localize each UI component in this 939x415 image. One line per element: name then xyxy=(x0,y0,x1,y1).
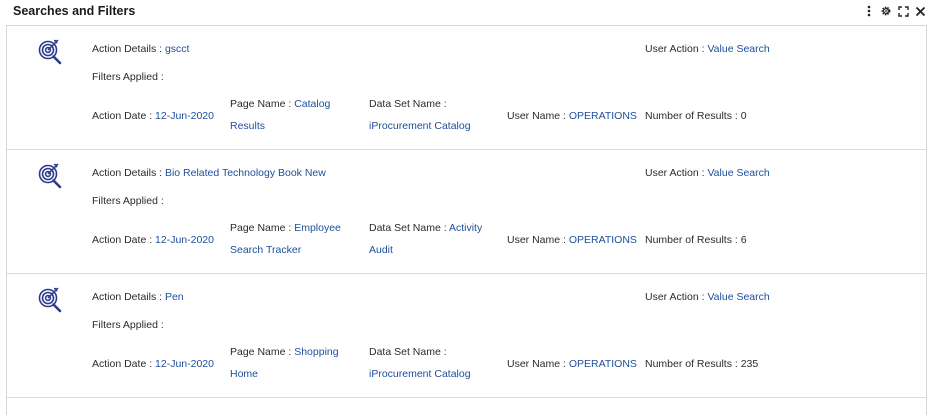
page-name-field: Page Name : Catalog Results xyxy=(230,93,348,137)
filters-applied-label: Filters Applied : xyxy=(92,319,164,331)
page-name-field: Page Name : Employee Search Tracker xyxy=(230,217,348,261)
user-action-value[interactable]: Value Search xyxy=(707,167,769,179)
number-of-results-label: Number of Results : xyxy=(645,110,741,122)
expand-icon[interactable] xyxy=(897,4,909,18)
panel-title: Searches and Filters xyxy=(13,4,136,18)
data-set-name-field: Data Set Name : Activity Audit xyxy=(369,217,487,261)
user-action-field: User Action : Value Search xyxy=(645,43,770,55)
number-of-results-field: Number of Results : 0 xyxy=(645,110,747,122)
panel-header: Searches and Filters xyxy=(0,0,939,24)
user-name-value[interactable]: OPERATIONS xyxy=(569,110,637,122)
action-date-value[interactable]: 12-Jun-2020 xyxy=(155,234,214,246)
action-details-field: Action Details : gscct xyxy=(92,43,189,55)
panel-toolbar xyxy=(863,4,926,18)
search-record-card: Action Details : gscct User Action : Val… xyxy=(7,26,926,150)
action-details-field: Action Details : Bio Related Technology … xyxy=(92,167,326,179)
user-name-value[interactable]: OPERATIONS xyxy=(569,234,637,246)
data-set-name-value[interactable]: iProcurement Catalog xyxy=(369,368,471,380)
close-icon[interactable] xyxy=(914,4,926,18)
user-name-value[interactable]: OPERATIONS xyxy=(569,358,637,370)
data-set-name-field: Data Set Name : iProcurement Catalog xyxy=(369,341,487,385)
gear-icon[interactable] xyxy=(880,4,892,18)
user-action-label: User Action : xyxy=(645,291,708,303)
target-search-icon xyxy=(36,161,66,191)
action-date-label: Action Date : xyxy=(92,234,156,246)
user-action-label: User Action : xyxy=(645,167,708,179)
data-set-name-label: Data Set Name : xyxy=(369,346,447,358)
action-date-label: Action Date : xyxy=(92,110,156,122)
page-name-label: Page Name : xyxy=(230,222,295,234)
filters-applied-label: Filters Applied : xyxy=(92,195,164,207)
number-of-results-value: 235 xyxy=(740,358,759,370)
action-details-value[interactable]: Bio Related Technology Book New xyxy=(165,167,326,179)
action-date-field: Action Date : 12-Jun-2020 xyxy=(92,358,214,370)
data-set-name-field: Data Set Name : iProcurement Catalog xyxy=(369,93,487,137)
number-of-results-value: 0 xyxy=(740,110,747,122)
user-action-value[interactable]: Value Search xyxy=(707,43,769,55)
action-date-value[interactable]: 12-Jun-2020 xyxy=(155,110,214,122)
action-details-label: Action Details : xyxy=(92,167,165,179)
action-details-value[interactable]: Pen xyxy=(165,291,184,303)
page-name-label: Page Name : xyxy=(230,98,295,110)
number-of-results-value: 6 xyxy=(740,234,747,246)
search-record-card: Action Details : Bio Related Technology … xyxy=(7,150,926,274)
user-action-label: User Action : xyxy=(645,43,708,55)
page-name-label: Page Name : xyxy=(230,346,295,358)
user-name-field: User Name : OPERATIONS xyxy=(507,358,637,370)
filters-applied-label: Filters Applied : xyxy=(92,71,164,83)
action-date-label: Action Date : xyxy=(92,358,156,370)
number-of-results-field: Number of Results : 235 xyxy=(645,358,758,370)
action-details-field: Action Details : Pen xyxy=(92,291,184,303)
user-name-label: User Name : xyxy=(507,234,569,246)
user-name-field: User Name : OPERATIONS xyxy=(507,110,637,122)
action-date-value[interactable]: 12-Jun-2020 xyxy=(155,358,214,370)
user-name-label: User Name : xyxy=(507,110,569,122)
number-of-results-field: Number of Results : 6 xyxy=(645,234,747,246)
more-vertical-icon[interactable] xyxy=(863,4,875,18)
action-details-value[interactable]: gscct xyxy=(165,43,190,55)
action-date-field: Action Date : 12-Jun-2020 xyxy=(92,110,214,122)
number-of-results-label: Number of Results : xyxy=(645,358,741,370)
target-search-icon xyxy=(36,37,66,67)
number-of-results-label: Number of Results : xyxy=(645,234,741,246)
search-records-list: Action Details : gscct User Action : Val… xyxy=(6,25,927,415)
user-name-label: User Name : xyxy=(507,358,569,370)
data-set-name-value[interactable]: iProcurement Catalog xyxy=(369,120,471,132)
data-set-name-label: Data Set Name : xyxy=(369,98,447,110)
action-details-label: Action Details : xyxy=(92,43,165,55)
data-set-name-label: Data Set Name : xyxy=(369,222,449,234)
user-name-field: User Name : OPERATIONS xyxy=(507,234,637,246)
user-action-field: User Action : Value Search xyxy=(645,167,770,179)
target-search-icon xyxy=(36,285,66,315)
search-record-card: Action Details : Pen User Action : Value… xyxy=(7,274,926,398)
page-name-field: Page Name : Shopping Home xyxy=(230,341,348,385)
action-date-field: Action Date : 12-Jun-2020 xyxy=(92,234,214,246)
action-details-label: Action Details : xyxy=(92,291,165,303)
user-action-field: User Action : Value Search xyxy=(645,291,770,303)
user-action-value[interactable]: Value Search xyxy=(707,291,769,303)
